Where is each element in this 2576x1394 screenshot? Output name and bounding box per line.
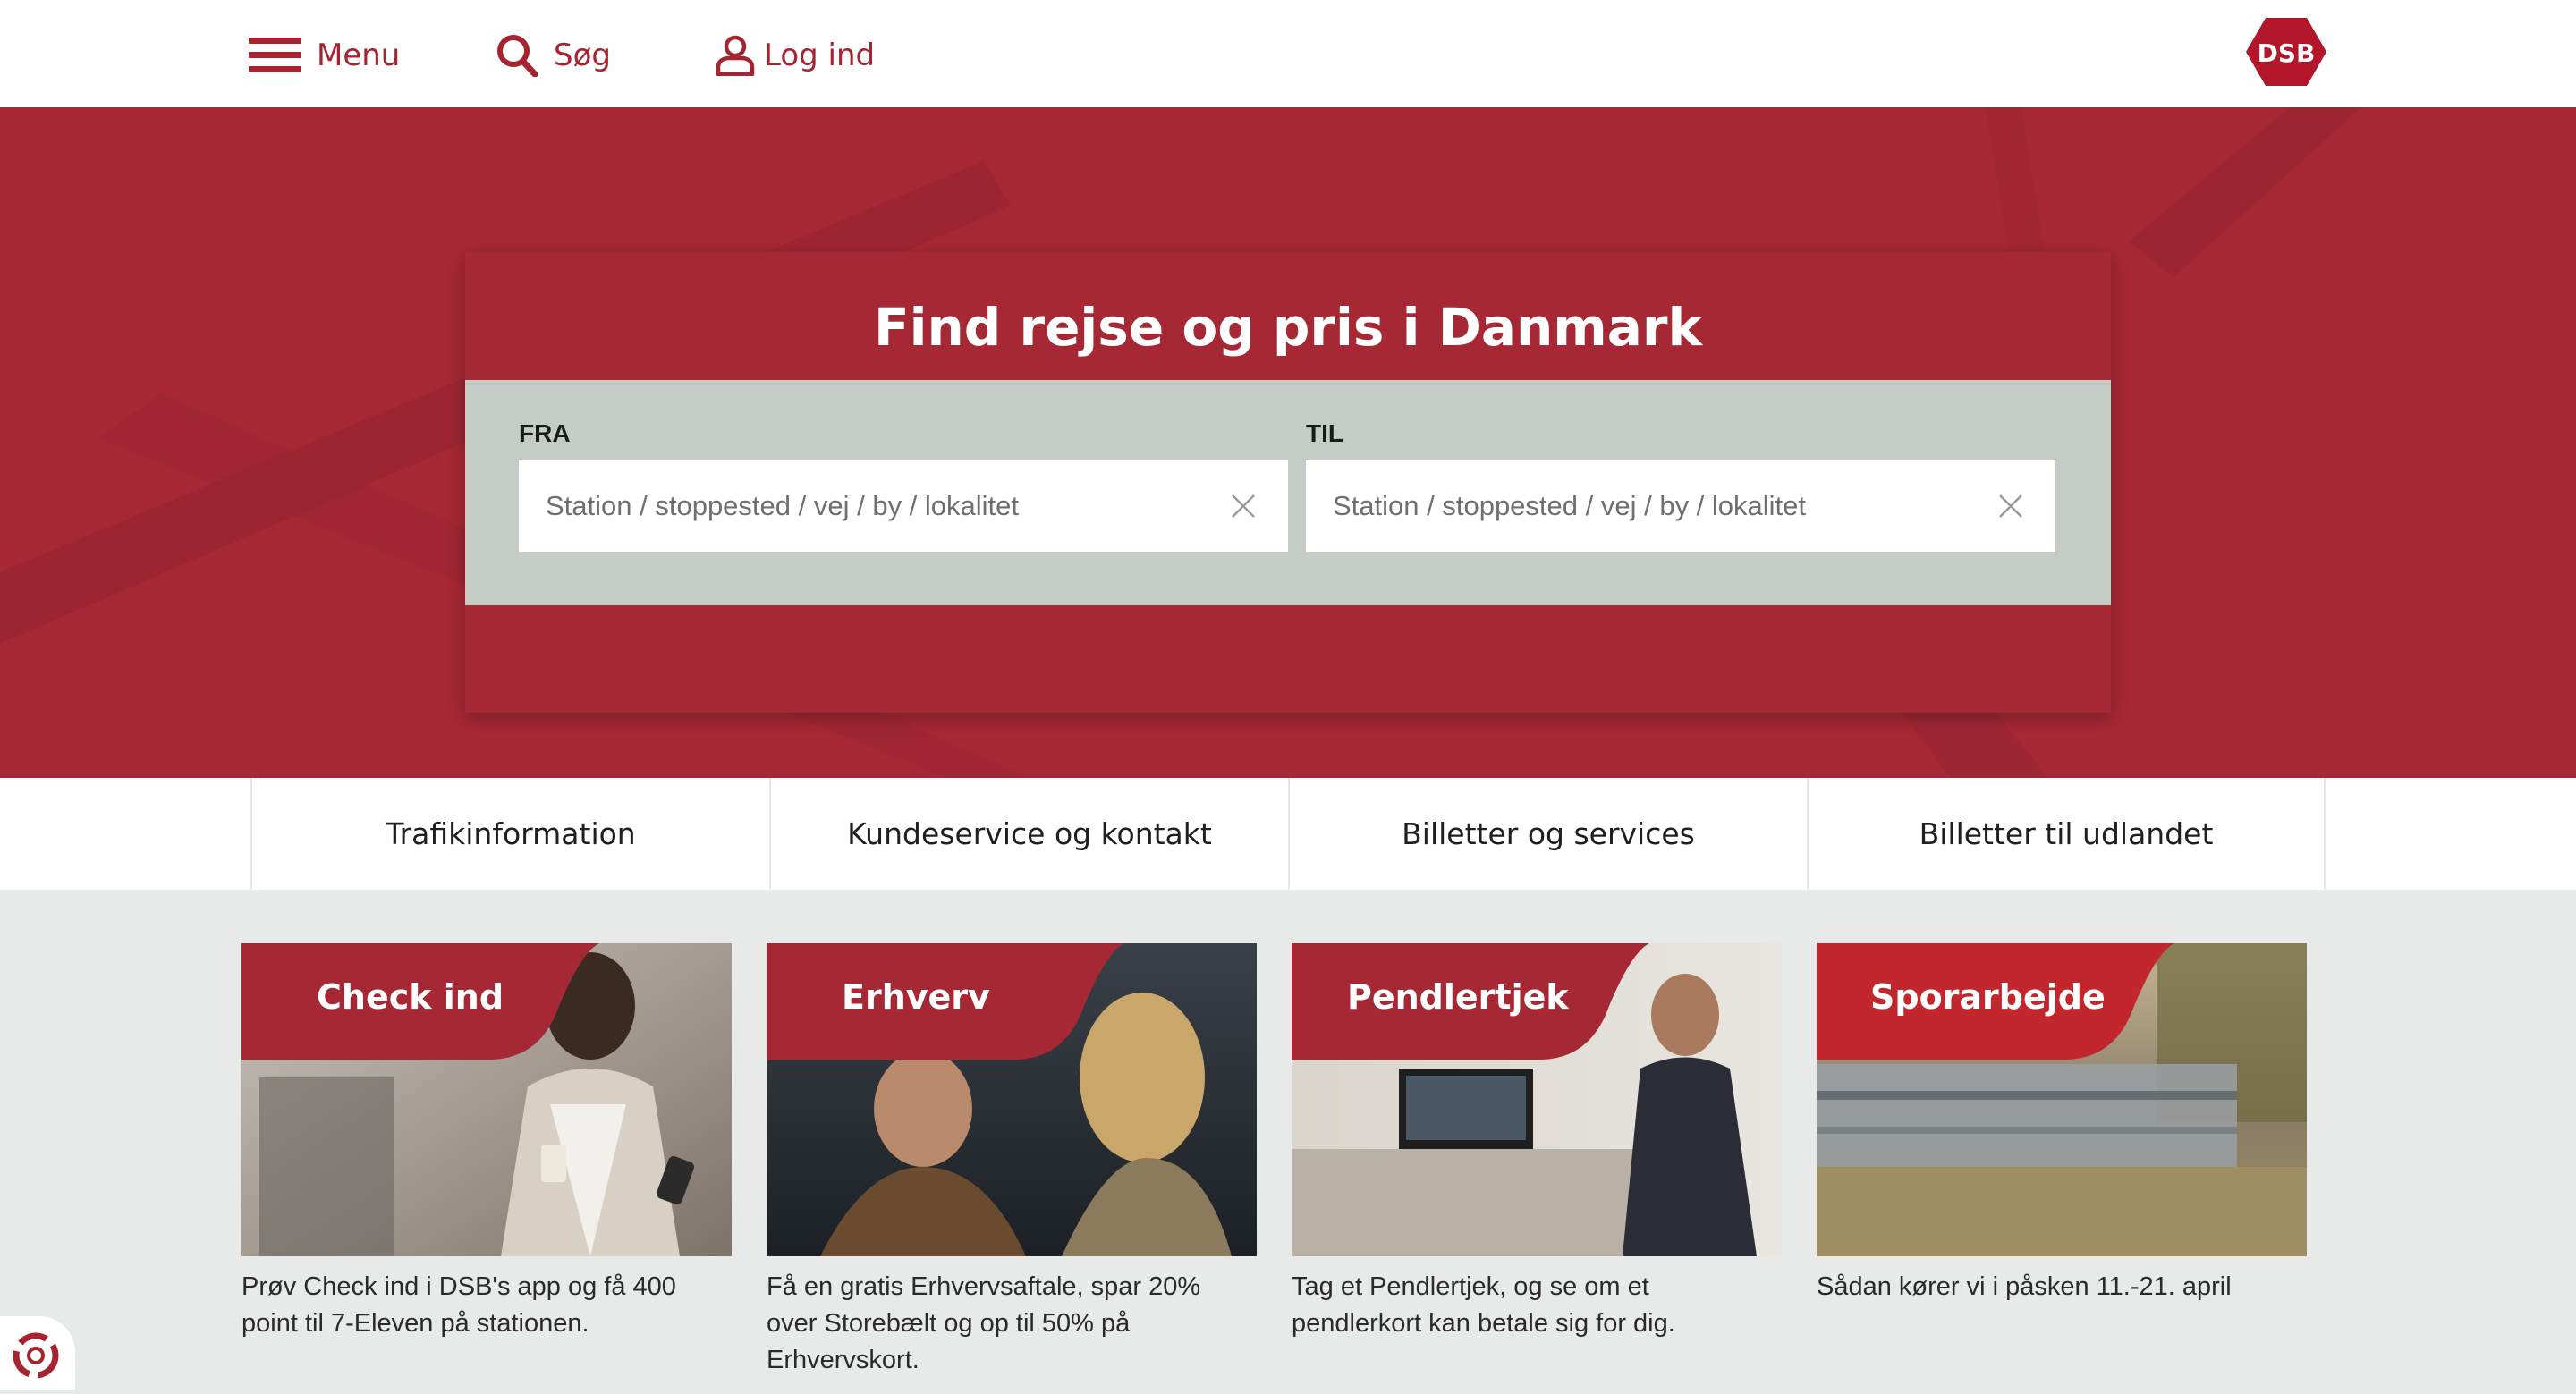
promo-card-check-in[interactable]: Check ind Prøv Check ind i DSB's app og … (242, 943, 732, 1342)
promo-title: Sporarbejde (1870, 977, 2106, 1017)
quicklink-traffic-info[interactable]: Trafikinformation (250, 778, 769, 890)
to-label: TIL (1306, 419, 1343, 447)
promo-title: Erhverv (842, 977, 990, 1017)
search-button[interactable]: Søg (496, 27, 611, 84)
login-label: Log ind (764, 38, 876, 73)
quicklinks-bar: Trafikinformation Kundeservice og kontak… (0, 778, 2576, 890)
user-icon (716, 35, 755, 76)
promo-card-business[interactable]: Erhverv Få en gratis Erhvervsaftale, spa… (767, 943, 1257, 1379)
promo-banner (767, 943, 1124, 1060)
close-icon[interactable] (1231, 494, 1256, 519)
quicklink-customer-service[interactable]: Kundeservice og kontakt (769, 778, 1288, 890)
promo-title: Check ind (317, 977, 504, 1017)
promo-image: Pendlertjek (1292, 943, 1782, 1256)
promo-image: Erhverv (767, 943, 1257, 1256)
menu-button[interactable]: Menu (249, 27, 400, 84)
hero-section: Find rejse og pris i Danmark FRA TIL (0, 107, 2576, 778)
cookie-settings-button[interactable] (0, 1316, 75, 1390)
from-label: FRA (519, 419, 571, 447)
journey-search-card: Find rejse og pris i Danmark FRA TIL (465, 252, 2111, 713)
search-label: Søg (554, 38, 611, 73)
login-button[interactable]: Log ind (716, 27, 875, 84)
from-field (519, 460, 1288, 552)
hamburger-icon (249, 36, 301, 75)
top-navigation: Menu Søg Log ind DSB (0, 0, 2576, 107)
quicklink-international-tickets[interactable]: Billetter til udlandet (1807, 778, 2326, 890)
from-input[interactable] (519, 460, 1288, 552)
promo-card-commuter-check[interactable]: Pendlertjek Tag et Pendlertjek, og se om… (1292, 943, 1782, 1342)
journey-search-form: FRA TIL (465, 380, 2111, 605)
page-title: Find rejse og pris i Danmark (873, 297, 1703, 358)
promo-image: Check ind (242, 943, 732, 1256)
to-field (1306, 460, 2055, 552)
promo-description: Prøv Check ind i DSB's app og få 400 poi… (242, 1272, 676, 1338)
promo-card-track-work[interactable]: Sporarbejde Sådan kører vi i påsken 11.-… (1817, 943, 2307, 1305)
promo-image: Sporarbejde (1817, 943, 2307, 1256)
search-icon (496, 34, 538, 77)
promo-description: Tag et Pendlertjek, og se om et pendlerk… (1292, 1272, 1675, 1338)
promo-title: Pendlertjek (1347, 977, 1569, 1017)
dsb-logo[interactable]: DSB (2245, 16, 2327, 88)
close-icon[interactable] (1998, 494, 2023, 519)
menu-label: Menu (317, 38, 401, 73)
promo-description: Sådan kører vi i påsken 11.-21. april (1817, 1272, 2232, 1301)
promo-description: Få en gratis Erhvervsaftale, spar 20% ov… (767, 1272, 1201, 1374)
cookie-settings-icon (13, 1332, 59, 1379)
to-input[interactable] (1306, 460, 2055, 552)
svg-text:DSB: DSB (2258, 38, 2316, 68)
quicklink-tickets-services[interactable]: Billetter og services (1288, 778, 1807, 890)
